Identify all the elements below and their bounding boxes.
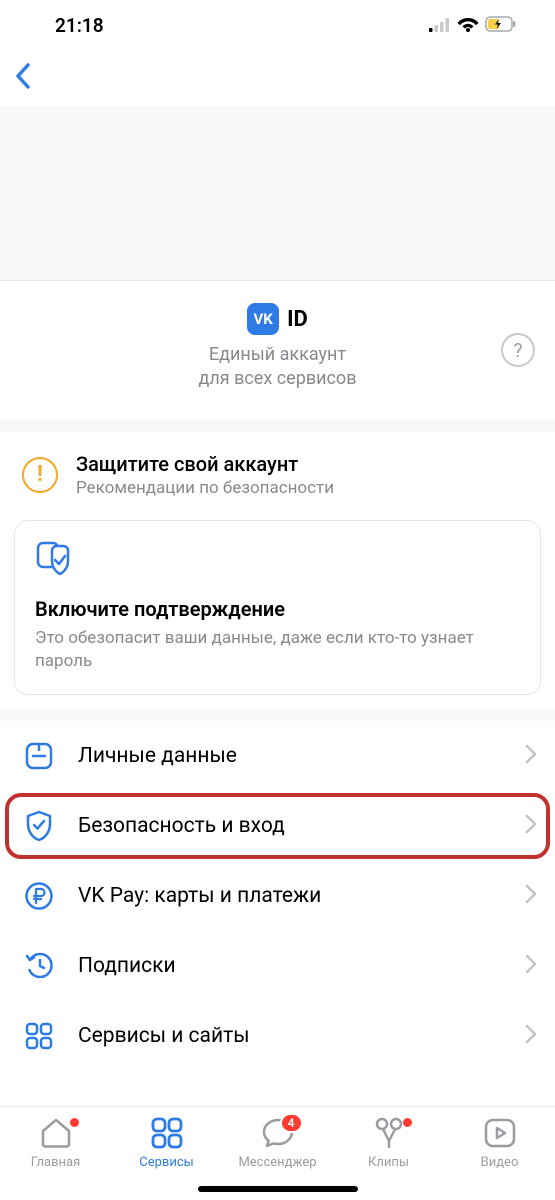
ruble-icon (22, 879, 56, 913)
home-indicator (198, 1186, 358, 1192)
menu-label: Личные данные (78, 744, 503, 768)
separator (0, 420, 555, 432)
vkid-subtitle-2: для всех сервисов (0, 367, 555, 391)
home-icon (39, 1115, 73, 1151)
menu-label: Сервисы и сайты (78, 1024, 503, 1048)
menu-security-login[interactable]: Безопасность и вход (0, 791, 555, 861)
separator (0, 709, 555, 721)
personal-data-icon (22, 739, 56, 773)
settings-list: Личные данные Безопасность и вход VK Pay… (0, 721, 555, 1071)
card-title: Включите подтверждение (35, 597, 520, 621)
vk-logo-icon: VK (247, 303, 279, 335)
card-wrap: Включите подтверждение Это обезопасит ва… (0, 520, 555, 710)
nav-bar (0, 50, 555, 106)
video-icon (483, 1115, 517, 1151)
clips-icon (372, 1115, 406, 1151)
messenger-badge: 4 (280, 1113, 303, 1133)
header-space (0, 106, 555, 280)
menu-vkpay[interactable]: VK Pay: карты и платежи (0, 861, 555, 931)
shield-check-icon (35, 541, 520, 581)
help-button[interactable]: ? (501, 333, 535, 367)
chevron-right-icon (525, 884, 537, 908)
notification-dot (403, 1118, 412, 1127)
tab-label: Видео (481, 1155, 519, 1170)
tab-label: Клипы (368, 1155, 409, 1170)
apps-grid-icon (22, 1019, 56, 1053)
menu-label: Подписки (78, 954, 503, 978)
chevron-right-icon (525, 954, 537, 978)
question-icon: ? (514, 339, 523, 362)
card-subtitle: Это обезопасит ваши данные, даже если кт… (35, 627, 520, 673)
tab-video[interactable]: Видео (444, 1115, 555, 1200)
vkid-logo: VK ID (0, 303, 555, 335)
protect-account-row[interactable]: ! Защитите свой аккаунт Рекомендации по … (0, 432, 555, 520)
status-indicators (429, 14, 517, 37)
status-bar: 21:18 (0, 0, 555, 50)
services-icon (150, 1115, 184, 1151)
vkid-header: VK ID Единый аккаунт для всех сервисов ? (0, 280, 555, 420)
enable-confirmation-card[interactable]: Включите подтверждение Это обезопасит ва… (14, 520, 541, 696)
menu-subscriptions[interactable]: Подписки (0, 931, 555, 1001)
tab-bar: Главная Сервисы 4 Мессенджер Клипы Видео (0, 1106, 555, 1200)
menu-label: Безопасность и вход (78, 814, 503, 838)
tab-label: Мессенджер (238, 1155, 316, 1170)
tab-label: Главная (31, 1155, 80, 1170)
battery-icon (485, 14, 517, 37)
tab-label: Сервисы (139, 1155, 194, 1170)
shield-icon (22, 809, 56, 843)
clock-refresh-icon (22, 949, 56, 983)
protect-subtitle: Рекомендации по безопасности (76, 478, 334, 498)
chevron-right-icon (525, 1024, 537, 1048)
back-button[interactable] (14, 61, 34, 95)
notification-dot (70, 1118, 79, 1127)
messenger-icon: 4 (261, 1115, 295, 1151)
id-label: ID (287, 307, 308, 332)
status-time: 21:18 (55, 14, 104, 37)
protect-text: Защитите свой аккаунт Рекомендации по бе… (76, 452, 334, 498)
vkid-subtitle-1: Единый аккаунт (0, 343, 555, 367)
wifi-icon (457, 14, 479, 37)
tab-home[interactable]: Главная (0, 1115, 111, 1200)
protect-title: Защитите свой аккаунт (76, 452, 334, 476)
chevron-right-icon (525, 744, 537, 768)
chevron-right-icon (525, 814, 537, 838)
menu-personal-data[interactable]: Личные данные (0, 721, 555, 791)
menu-services-sites[interactable]: Сервисы и сайты (0, 1001, 555, 1071)
warning-icon: ! (22, 457, 58, 493)
cellular-icon (429, 14, 451, 37)
menu-label: VK Pay: карты и платежи (78, 884, 503, 908)
